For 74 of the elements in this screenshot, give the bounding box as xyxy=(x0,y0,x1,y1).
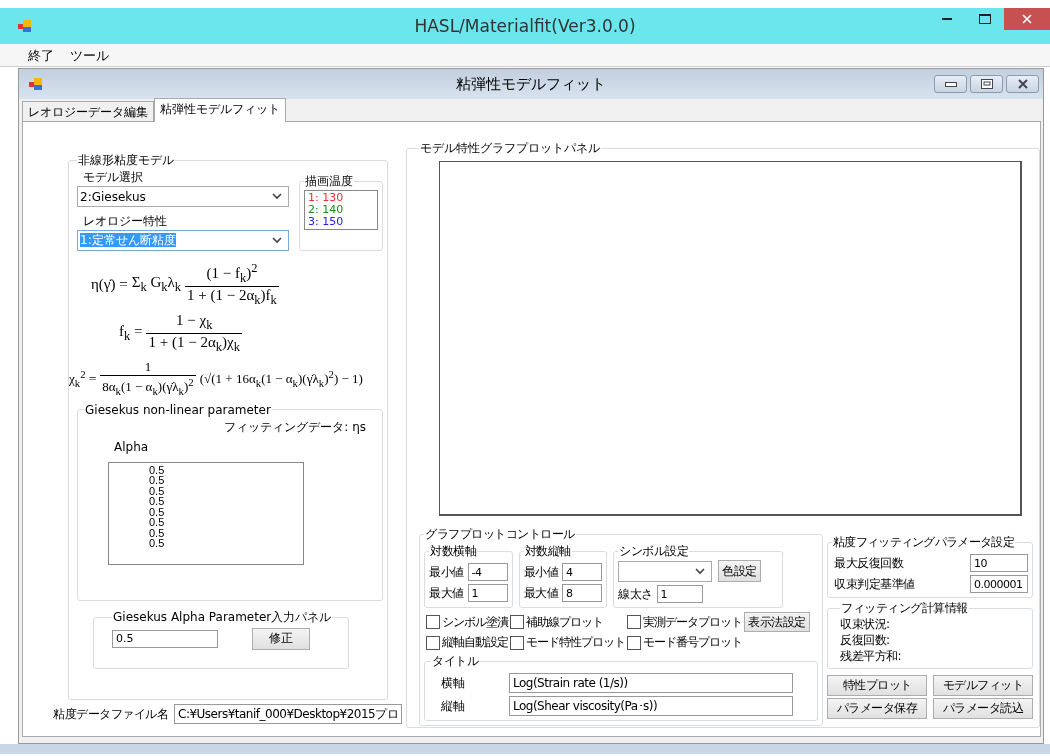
color-button[interactable]: 色設定 xyxy=(718,560,761,582)
field-label: 最大反復回数 xyxy=(834,554,903,572)
file-path-field[interactable]: C:¥Users¥tanif_000¥Desktop¥2015プロ xyxy=(174,704,403,724)
group-title: 対数縦軸 xyxy=(523,543,572,560)
list-item[interactable]: 0.5 xyxy=(149,527,303,539)
alpha-list[interactable]: 0.5 0.5 0.5 0.5 0.5 0.5 0.5 0.5 xyxy=(108,461,304,565)
input-field[interactable]: Log(Shear viscosity(Pa･s)) xyxy=(509,696,793,716)
field-label: 最小値 xyxy=(523,563,558,581)
input-field[interactable]: 0.000001 xyxy=(970,575,1028,593)
info-label: 残差平方和: xyxy=(840,648,903,664)
group-title: 描画温度 xyxy=(304,173,354,190)
input-field[interactable]: 4 xyxy=(562,563,602,581)
group-title: 非線形粘度モデル xyxy=(77,152,175,169)
field-label: 最大値 xyxy=(523,584,558,602)
action-button[interactable]: モデルフィット xyxy=(933,675,1033,696)
tab[interactable]: レオロジーデータ編集 xyxy=(22,101,154,121)
checkbox-label: シンボル塗潰 xyxy=(442,613,508,631)
checkbox-label: 縦軸自動設定 xyxy=(442,634,508,651)
checkbox-label: 実測データプロット xyxy=(643,613,742,631)
field-label: 最大値 xyxy=(429,584,464,602)
list-item[interactable]: 0.5 xyxy=(149,475,303,486)
action-button[interactable]: パラメータ読込 xyxy=(933,698,1033,719)
group-title: Giesekus non-linear parameter xyxy=(84,402,272,417)
input-field[interactable]: 8 xyxy=(562,584,602,602)
group-title: タイトル xyxy=(431,653,479,670)
menu-item[interactable]: 終了 xyxy=(22,44,60,66)
group-title: 対数横軸 xyxy=(429,543,477,560)
list-item[interactable]: 2: 140 xyxy=(308,204,374,216)
field-label: 横軸 xyxy=(440,674,465,692)
model-dropdown[interactable]: 2:Giesekus xyxy=(77,186,289,207)
input-field[interactable]: 10 xyxy=(970,554,1028,572)
child-window-title: 粘弾性モデルフィット xyxy=(456,74,606,93)
group-title: シンボル設定 xyxy=(618,543,689,560)
window-title: HASL/Materialfit(Ver3.0.0) xyxy=(414,16,636,36)
column-header: Alpha xyxy=(114,439,149,454)
field-label: 収束判定基準値 xyxy=(834,575,915,593)
info-label: 収束状況: xyxy=(840,616,891,632)
input-field[interactable]: 1 xyxy=(467,584,508,602)
list-item[interactable]: 0.5 xyxy=(149,496,303,507)
display-settings-button[interactable]: 表示法設定 xyxy=(744,612,810,632)
list-item[interactable]: 3: 150 xyxy=(308,216,374,228)
input-field[interactable]: 0.5 xyxy=(112,629,218,648)
list-item[interactable]: 1: 130 xyxy=(308,192,374,204)
field-label: レオロジー特性 xyxy=(82,213,168,230)
group-title: フィッティング計算情報 xyxy=(840,600,969,616)
field-label: 粘度データファイル名 xyxy=(53,705,168,723)
field-label: 縦軸 xyxy=(440,697,465,715)
group-title: Giesekus Alpha Parameter入力パネル xyxy=(112,608,333,626)
tab[interactable]: 粘弾性モデルフィット xyxy=(154,98,286,122)
input-field[interactable]: -4 xyxy=(467,563,508,581)
input-field[interactable]: Log(Strain rate (1/s)) xyxy=(509,673,793,693)
field-label: モデル選択 xyxy=(82,169,144,186)
list-item[interactable]: 0.5 xyxy=(149,538,303,549)
list-item[interactable]: 0.5 xyxy=(149,464,303,476)
field-label: 最小値 xyxy=(429,563,464,581)
input-field[interactable]: 1 xyxy=(656,585,703,603)
formula: χ$_{k}$$^{2}$ = 1 8α$_{k}$(1 − α$_{k}$)(γ̇λ$_{k}$)$^{2}$ (√(1 + 16α$_{k}$(1 − α$_{k}$)(γ̇λ$_{k}$)$^{2}$) − 1) xyxy=(69,359,364,397)
fitting-data-label: フィッティングデータ: ηs xyxy=(224,419,366,434)
list-item[interactable]: 0.5 xyxy=(149,485,303,497)
group-title: モデル特性グラフプロットパネル xyxy=(419,140,601,157)
info-label: 反復回数: xyxy=(840,632,891,648)
group-title: グラフプロットコントロール xyxy=(424,526,576,543)
temperature-list[interactable]: 1: 130 2: 140 3: 150 xyxy=(304,190,378,230)
edit-button[interactable]: 修正 xyxy=(252,627,310,650)
field-label: 線太さ xyxy=(618,585,653,603)
checkbox-label: モード番号プロット xyxy=(643,634,742,651)
action-button[interactable]: 特性プロット xyxy=(827,675,927,696)
checkbox-label: モード特性プロット xyxy=(526,634,625,651)
menu-item[interactable]: ツール xyxy=(64,44,115,66)
list-item[interactable]: 0.5 xyxy=(149,517,303,528)
checkbox-label: 補助線プロット xyxy=(526,613,603,631)
action-button[interactable]: パラメータ保存 xyxy=(827,698,927,719)
group-title: 粘度フィッティングパラメータ設定 xyxy=(832,534,1015,551)
list-item[interactable]: 0.5 xyxy=(149,506,303,518)
